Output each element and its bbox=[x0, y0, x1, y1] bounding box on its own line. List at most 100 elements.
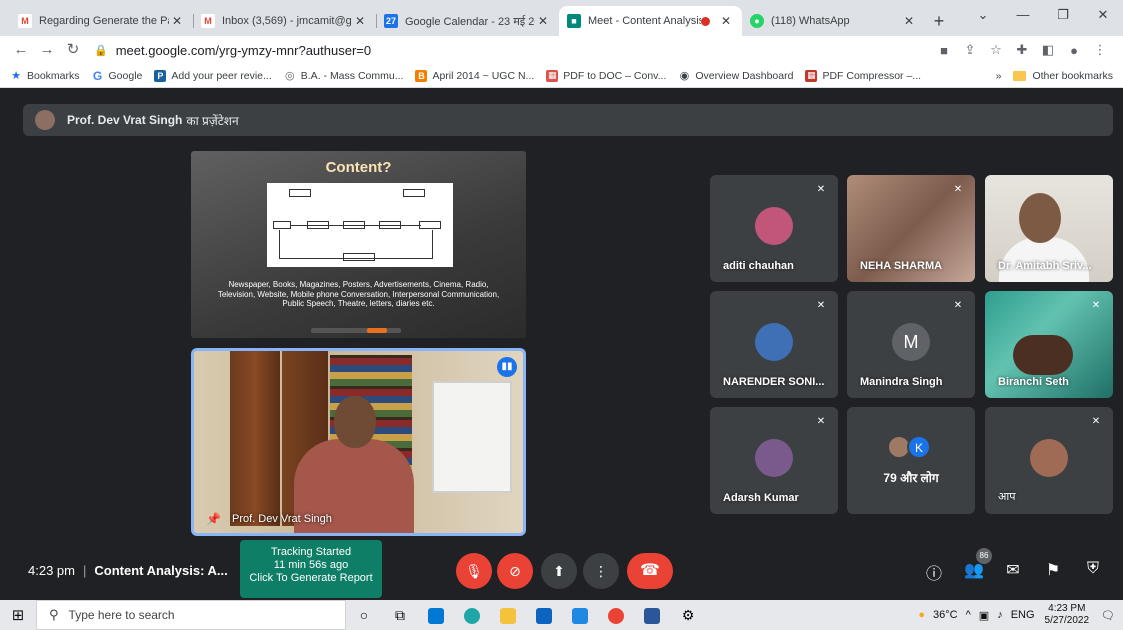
bookmark-ba-mass-comm[interactable]: ◎ B.A. - Mass Commu... bbox=[284, 70, 404, 83]
cortana-icon[interactable]: ○ bbox=[346, 607, 382, 623]
mic-off-icon: ✕ bbox=[816, 300, 826, 311]
participant-tile[interactable]: ✕ aditi chauhan bbox=[710, 175, 838, 282]
other-bookmarks-button[interactable]: Other bookmarks bbox=[1032, 70, 1113, 82]
address-bar[interactable]: 🔒 meet.google.com/yrg-ymzy-mnr?authuser=… bbox=[94, 38, 931, 62]
info-icon[interactable]: ⓘ bbox=[922, 560, 946, 584]
tab-title: Regarding Generate the Pape bbox=[39, 15, 169, 27]
file-explorer-icon[interactable] bbox=[490, 606, 526, 624]
close-icon[interactable]: ✕ bbox=[718, 14, 734, 28]
tab-calendar[interactable]: 27 Google Calendar - 23 मई 202 ✕ bbox=[376, 6, 559, 36]
mic-off-icon: ✕ bbox=[1091, 300, 1101, 311]
tracking-report-button[interactable]: Tracking Started 11 min 56s ago Click To… bbox=[240, 540, 382, 598]
tab-search-icon[interactable]: ⌄ bbox=[963, 0, 1003, 30]
folder-icon bbox=[1013, 70, 1027, 81]
forward-button[interactable]: → bbox=[36, 39, 58, 61]
pin-icon[interactable]: 📌 bbox=[206, 512, 221, 526]
bookmark-peer-review[interactable]: P Add your peer revie... bbox=[154, 69, 272, 82]
bookmark-april-2014[interactable]: B April 2014 ~ UGC N... bbox=[415, 69, 534, 82]
people-icon[interactable]: 👥 bbox=[962, 560, 986, 580]
more-participants-tile[interactable]: K 79 और लोग bbox=[847, 407, 975, 514]
tracking-line-3: Click To Generate Report bbox=[249, 572, 373, 584]
close-icon[interactable]: ✕ bbox=[169, 14, 185, 28]
avatar bbox=[755, 207, 793, 245]
side-panel-icon[interactable]: ◧ bbox=[1035, 42, 1061, 58]
tab-gmail-1[interactable]: M Regarding Generate the Pape ✕ bbox=[10, 6, 193, 36]
tab-whatsapp[interactable]: ● (118) WhatsApp ✕ bbox=[742, 6, 925, 36]
close-icon[interactable]: ✕ bbox=[901, 14, 917, 28]
gmail-icon: M bbox=[18, 14, 32, 28]
chat-icon[interactable]: ✉ bbox=[1001, 560, 1025, 580]
url-text: meet.google.com/yrg-ymzy-mnr?authuser=0 bbox=[115, 42, 372, 58]
reload-button[interactable]: ↻ bbox=[62, 39, 84, 61]
slide-title: Content? bbox=[325, 159, 392, 176]
participant-tile[interactable]: ✕ Biranchi Seth bbox=[985, 291, 1113, 398]
shared-slide[interactable]: Content? Newspaper, Books, Magazines, Po… bbox=[191, 151, 526, 338]
tab-meet[interactable]: ■ Meet - Content Analysis ✕ bbox=[559, 6, 742, 36]
bookmarks-overflow-button[interactable]: » bbox=[996, 70, 1002, 82]
avatar-stack: K bbox=[887, 435, 931, 459]
close-icon[interactable]: ✕ bbox=[352, 14, 368, 28]
close-icon[interactable]: ✕ bbox=[535, 14, 551, 28]
meet-stage: Prof. Dev Vrat Singh का प्रज़ेंटेशन Cont… bbox=[0, 89, 1123, 598]
share-icon[interactable]: ⇪ bbox=[957, 42, 983, 58]
mail-icon[interactable] bbox=[562, 606, 598, 624]
diagram-box bbox=[273, 221, 291, 229]
self-tile[interactable]: ✕ आप bbox=[985, 407, 1113, 514]
task-view-icon[interactable]: ⧉ bbox=[382, 607, 418, 624]
mic-off-icon: ✕ bbox=[816, 416, 826, 427]
back-button[interactable]: ← bbox=[10, 39, 32, 61]
participant-tile[interactable]: Dr. Amitabh Sriv... bbox=[985, 175, 1113, 282]
active-speaker-tile[interactable]: ▮▮ 📌 Prof. Dev Vrat Singh bbox=[191, 348, 526, 536]
activities-icon[interactable]: ⚑ bbox=[1041, 560, 1065, 580]
speaking-indicator-icon: ▮▮ bbox=[497, 357, 517, 377]
star-icon[interactable]: ☆ bbox=[983, 42, 1009, 58]
windows-start-icon[interactable]: ⊞ bbox=[0, 606, 36, 624]
participant-tile[interactable]: ✕ NEHA SHARMA bbox=[847, 175, 975, 282]
volume-icon[interactable]: ♪ bbox=[997, 609, 1003, 621]
host-controls-icon[interactable]: ⛨ bbox=[1081, 560, 1105, 578]
camera-toggle-button[interactable]: ⊘ bbox=[497, 553, 533, 589]
menu-icon[interactable]: ⋮ bbox=[1087, 42, 1113, 58]
diagram-line bbox=[279, 258, 433, 259]
presenter-name: Prof. Dev Vrat Singh bbox=[67, 113, 183, 127]
notification-center-icon[interactable]: 🗨 bbox=[1101, 609, 1115, 622]
participant-name: NEHA SHARMA bbox=[860, 260, 943, 272]
chrome-icon[interactable] bbox=[598, 606, 634, 624]
bookmark-google[interactable]: G Google bbox=[92, 69, 143, 83]
extensions-icon[interactable]: ✚ bbox=[1009, 42, 1035, 58]
participant-name: Biranchi Seth bbox=[998, 376, 1069, 388]
camera-icon[interactable]: ■ bbox=[931, 43, 957, 58]
new-tab-button[interactable]: + bbox=[925, 6, 953, 36]
edge-icon[interactable] bbox=[454, 606, 490, 624]
weather-temp[interactable]: 36°C bbox=[933, 609, 958, 621]
bookmark-label: Add your peer revie... bbox=[171, 69, 272, 82]
more-options-button[interactable]: ⋮ bbox=[583, 553, 619, 589]
tab-gmail-2[interactable]: M Inbox (3,569) - jmcamit@gm ✕ bbox=[193, 6, 376, 36]
bookmark-bookmarks[interactable]: ★ Bookmarks bbox=[10, 70, 79, 83]
participant-tile[interactable]: ✕ Adarsh Kumar bbox=[710, 407, 838, 514]
bookmark-pdf-to-doc[interactable]: ▦ PDF to DOC – Conv... bbox=[546, 69, 666, 82]
taskbar-search-input[interactable]: ⚲ Type here to search bbox=[36, 600, 346, 630]
present-button[interactable]: ⬆ bbox=[541, 553, 577, 589]
participant-tile[interactable]: ✕ M Manindra Singh bbox=[847, 291, 975, 398]
close-window-button[interactable]: ✕ bbox=[1083, 0, 1123, 30]
outlook-icon[interactable] bbox=[526, 606, 562, 624]
tray-expand-icon[interactable]: ^ bbox=[966, 609, 971, 621]
restore-button[interactable]: ❐ bbox=[1043, 0, 1083, 30]
minimize-button[interactable]: — bbox=[1003, 0, 1043, 30]
end-call-button[interactable]: ☎ bbox=[627, 553, 673, 589]
bookmark-overview-dashboard[interactable]: ◉ Overview Dashboard bbox=[678, 70, 794, 83]
presenting-suffix: का प्रज़ेंटेशन bbox=[186, 113, 239, 128]
taskbar-clock[interactable]: 4:23 PM 5/27/2022 bbox=[1045, 603, 1090, 627]
store-icon[interactable] bbox=[418, 606, 454, 624]
word-icon[interactable] bbox=[634, 606, 670, 624]
mic-off-icon: ✕ bbox=[953, 300, 963, 311]
language-indicator[interactable]: ENG bbox=[1011, 609, 1035, 621]
meeting-time: 4:23 pm bbox=[28, 563, 75, 578]
participant-tile[interactable]: ✕ NARENDER SONI... bbox=[710, 291, 838, 398]
network-icon[interactable]: ▣ bbox=[979, 609, 989, 622]
bookmark-pdf-compressor[interactable]: ▦ PDF Compressor –... bbox=[805, 69, 921, 82]
app-icon[interactable]: ⚙ bbox=[670, 607, 706, 624]
mic-toggle-button[interactable]: 🎙 bbox=[456, 553, 492, 589]
profile-avatar-icon[interactable]: ● bbox=[1061, 43, 1087, 58]
